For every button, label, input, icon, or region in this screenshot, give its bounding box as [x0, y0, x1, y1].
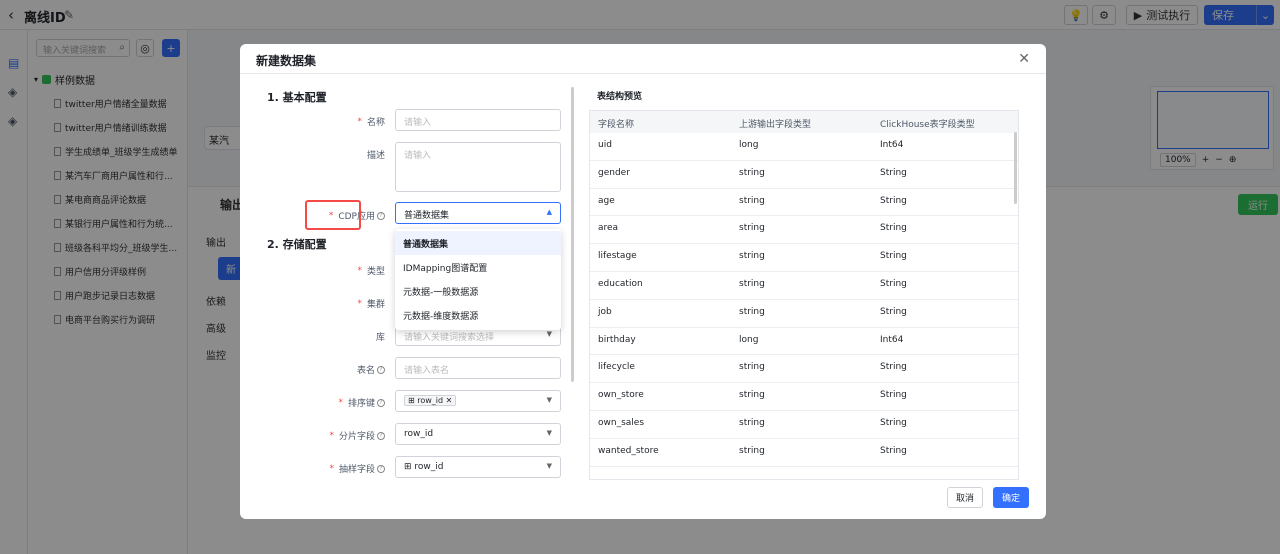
sample-select[interactable]: ⊞ row_id ▼: [395, 456, 561, 478]
type-label: * 类型: [357, 265, 385, 278]
shard-label: * 分片字段?: [305, 429, 385, 442]
preview-title: 表结构预览: [597, 92, 643, 102]
sort-key-tag: ⊞ row_id ✕: [404, 395, 457, 406]
help-icon[interactable]: ?: [377, 431, 385, 440]
table-row: own_sales string String: [590, 411, 1018, 439]
cancel-button[interactable]: 取消: [947, 487, 983, 508]
table-row: wanted_store string String: [590, 439, 1018, 467]
divider: [240, 73, 1046, 74]
help-icon[interactable]: ?: [377, 464, 385, 473]
chevron-up-icon: ▲: [546, 208, 552, 216]
cdp-select[interactable]: 普通数据集 ▲: [395, 202, 561, 224]
section-basic: 1. 基本配置: [267, 91, 327, 104]
db-label: 库: [375, 333, 385, 343]
name-input[interactable]: 请输入: [395, 109, 561, 131]
help-icon[interactable]: ?: [377, 365, 385, 374]
table-row: age string String: [590, 189, 1018, 217]
col-header: 上游输出字段类型: [739, 120, 812, 130]
section-storage: 2. 存储配置: [267, 238, 327, 251]
form-scrollbar[interactable]: [571, 87, 574, 382]
table-scrollbar[interactable]: [1014, 132, 1017, 204]
sort-key-label: * 排序键?: [305, 396, 385, 409]
option-normal[interactable]: 普通数据集: [395, 231, 561, 255]
new-dataset-modal: 新建数据集 ✕ 1. 基本配置 * 名称 请输入 描述 请输入 * CDP应用? 普…: [240, 44, 1046, 519]
desc-textarea[interactable]: 请输入: [395, 142, 561, 192]
confirm-button[interactable]: 确定: [993, 487, 1029, 508]
option-idmapping[interactable]: IDMapping图谱配置: [395, 255, 561, 279]
table-row: uid long Int64: [590, 133, 1018, 161]
cdp-dropdown: 普通数据集 IDMapping图谱配置 元数据-一般数据源 元数据-维度数据源: [395, 229, 561, 330]
table-row: own_store string String: [590, 383, 1018, 411]
sample-label: * 抽样字段?: [305, 462, 385, 475]
table-row: job string String: [590, 300, 1018, 328]
desc-label: 描述: [366, 151, 385, 161]
name-label: * 名称: [357, 116, 385, 129]
table-row: lifestage string String: [590, 244, 1018, 272]
table-row: lifecycle string String: [590, 355, 1018, 384]
highlight-box: [305, 200, 361, 230]
table-row: gender string String: [590, 161, 1018, 189]
shard-select[interactable]: row_id ▼: [395, 423, 561, 445]
chevron-down-icon: ▼: [546, 330, 552, 338]
table-header: 字段名称 上游输出字段类型 ClickHouse表字段类型: [590, 111, 1018, 133]
col-header: 字段名称: [598, 120, 635, 130]
close-icon[interactable]: ✕: [1018, 51, 1030, 67]
help-icon[interactable]: ?: [377, 398, 385, 407]
chevron-down-icon: ▼: [546, 396, 552, 404]
col-header: ClickHouse表字段类型: [880, 120, 975, 130]
option-meta-dimension[interactable]: 元数据-维度数据源: [395, 303, 561, 327]
table-row: area string String: [590, 216, 1018, 245]
table-name-label: 表名?: [305, 363, 385, 376]
cluster-label: * 集群: [357, 298, 385, 311]
sort-key-select[interactable]: ⊞ row_id ✕ ▼: [395, 390, 561, 412]
chevron-down-icon: ▼: [546, 462, 552, 470]
table-name-input[interactable]: 请输入表名: [395, 357, 561, 379]
chevron-down-icon: ▼: [546, 429, 552, 437]
table-row: education string String: [590, 272, 1018, 300]
help-icon[interactable]: ?: [377, 211, 385, 220]
option-meta-general[interactable]: 元数据-一般数据源: [395, 279, 561, 303]
schema-table: 字段名称 上游输出字段类型 ClickHouse表字段类型 uid long Int…: [589, 110, 1019, 480]
table-row: birthday long Int64: [590, 328, 1018, 356]
modal-title: 新建数据集: [256, 54, 317, 68]
